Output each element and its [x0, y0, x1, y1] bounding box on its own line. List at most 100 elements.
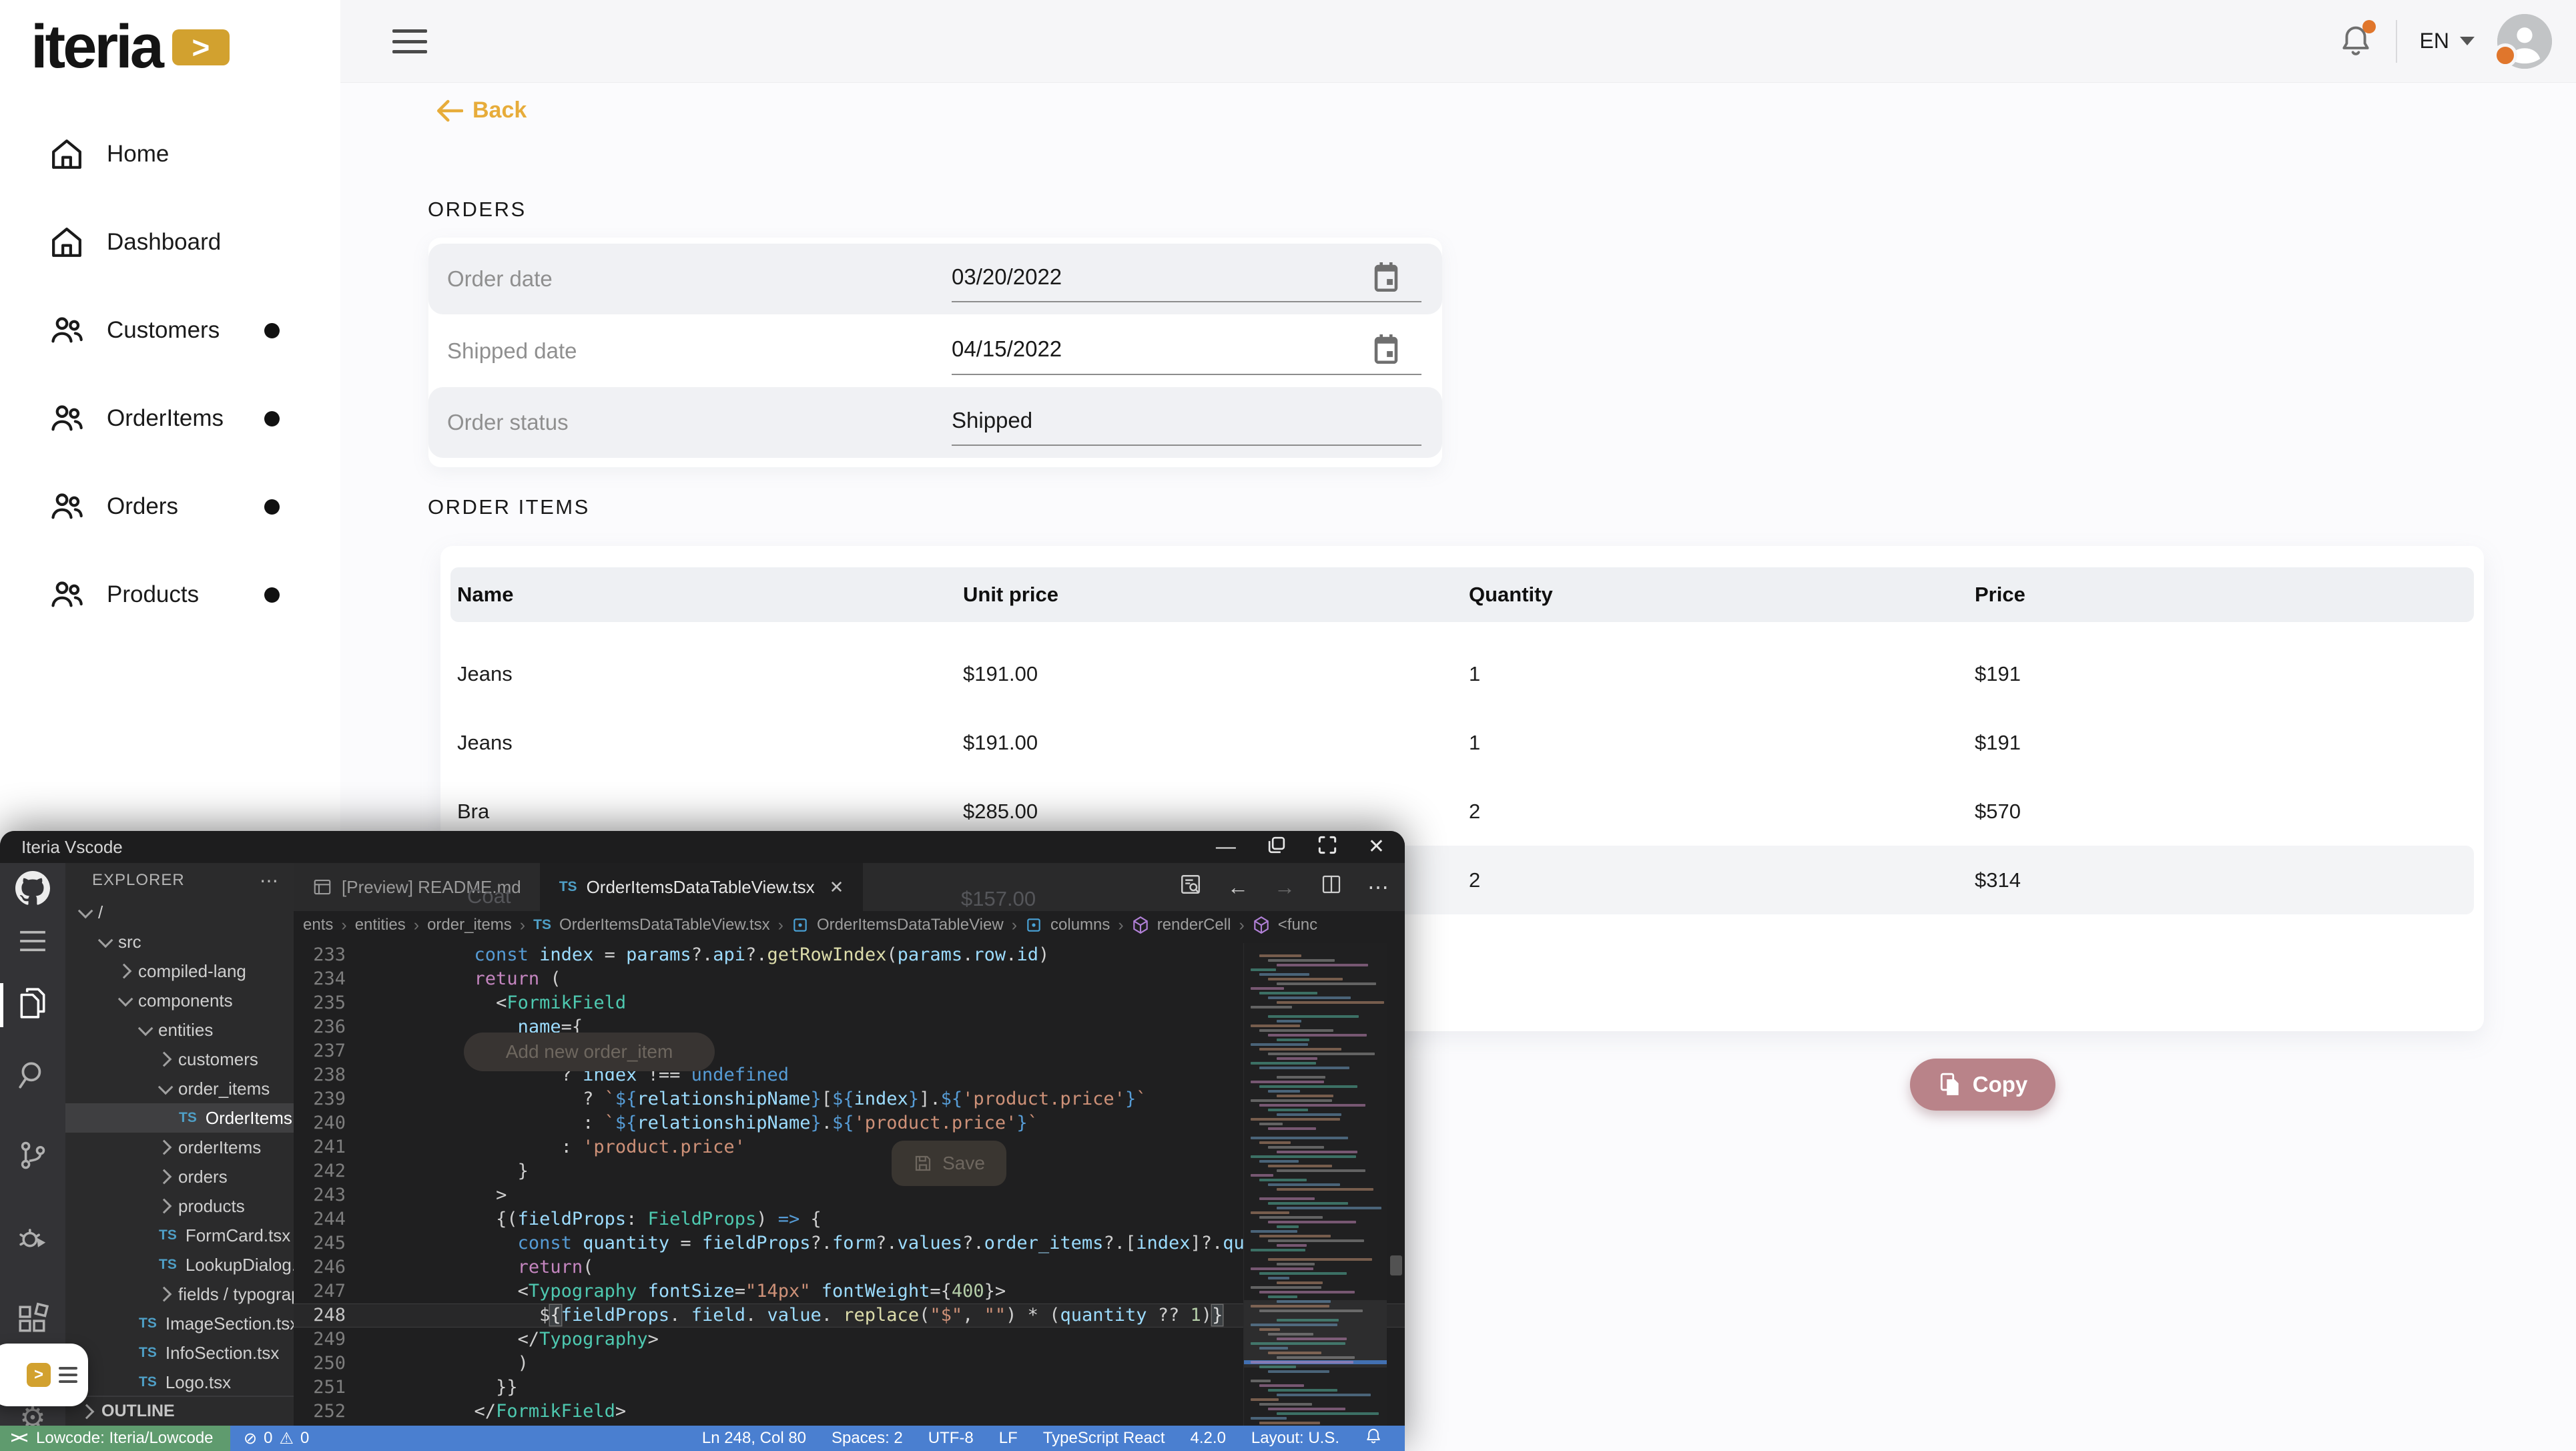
maximize-button[interactable]	[1317, 835, 1337, 859]
tree-item-fields-typography[interactable]: fields / typography	[65, 1279, 294, 1309]
calendar-icon[interactable]	[1371, 260, 1401, 294]
status-item[interactable]: TypeScript React	[1043, 1429, 1165, 1448]
status-item[interactable]: LF	[999, 1429, 1018, 1448]
breadcrumb-item[interactable]: OrderItemsDataTableView	[817, 916, 1004, 934]
status-item[interactable]: 4.2.0	[1191, 1429, 1226, 1448]
chevron-down-icon	[97, 932, 113, 948]
code-editor[interactable]: 233 const index = params?.api?.getRowInde…	[294, 939, 1405, 1426]
explorer-icon[interactable]	[16, 984, 49, 1025]
code-line-240: 240: `${relationshipName}.${'product.pri…	[294, 1111, 1405, 1135]
tree-item-label: src	[118, 931, 141, 952]
tree-item-orders[interactable]: orders	[65, 1162, 294, 1191]
go-back-icon[interactable]: ←	[1227, 875, 1249, 900]
tree-item-products[interactable]: products	[65, 1191, 294, 1221]
split-editor-icon[interactable]	[1321, 874, 1342, 900]
status-bell-icon[interactable]	[1365, 1427, 1382, 1450]
sidebar-item-customers[interactable]: Customers	[0, 286, 340, 374]
run-debug-icon[interactable]	[16, 1221, 49, 1259]
tree-item-compiled-lang[interactable]: compiled-lang	[65, 956, 294, 986]
field-input[interactable]: Shipped	[952, 396, 1421, 446]
search-icon[interactable]	[16, 1058, 49, 1095]
ts-file-icon: TS	[139, 1316, 157, 1331]
tree-item-infosection-tsx[interactable]: TS InfoSection.tsx	[65, 1338, 294, 1368]
tree-item-entities[interactable]: entities	[65, 1015, 294, 1045]
more-actions-icon[interactable]: ⋯	[1367, 874, 1389, 900]
minimize-button[interactable]: —	[1216, 837, 1236, 857]
scrollbar-handle[interactable]	[1390, 1255, 1402, 1275]
vscode-titlebar[interactable]: Iteria Vscode — ✕	[0, 831, 1405, 863]
minimap[interactable]	[1243, 943, 1387, 1434]
sidebar-item-orders[interactable]: Orders	[0, 463, 340, 551]
breadcrumb-item[interactable]: columns	[1050, 916, 1110, 934]
sidebar-item-dashboard[interactable]: Dashboard	[0, 198, 340, 286]
line-number: 244	[313, 1209, 346, 1229]
problems-indicator[interactable]: ⊘ 0 ⚠ 0	[244, 1429, 309, 1448]
breadcrumb-item[interactable]: order_items	[427, 916, 512, 934]
close-tab-icon[interactable]: ✕	[830, 877, 844, 898]
tree-item-lookupdialog-tsx[interactable]: TS LookupDialog.tsx	[65, 1250, 294, 1279]
status-item[interactable]: UTF-8	[928, 1429, 974, 1448]
sidebar-item-home[interactable]: Home	[0, 110, 340, 198]
status-item[interactable]: Ln 248, Col 80	[702, 1429, 806, 1448]
source-control-icon[interactable]	[16, 1138, 49, 1176]
tree-item-src[interactable]: src	[65, 927, 294, 956]
breadcrumbs[interactable]: ents › entities › order_items › TS OrderItemsDa…	[294, 911, 1405, 939]
remote-indicator[interactable]: >< Lowcode: Iteria/Lowcode	[0, 1426, 230, 1451]
tree-item-orderitemsdat-[interactable]: TS OrderItemsDat...	[65, 1103, 294, 1133]
ts-badge: TS	[559, 879, 577, 894]
avatar[interactable]	[2493, 13, 2552, 69]
go-forward-icon[interactable]: →	[1274, 875, 1295, 900]
open-preview-icon[interactable]	[1179, 873, 1202, 901]
breadcrumb-item[interactable]: OrderItemsDataTableView.tsx	[559, 916, 770, 934]
close-icon[interactable]: ✕	[1368, 837, 1385, 857]
tree-item--[interactable]: /	[65, 898, 294, 927]
extensions-icon[interactable]	[16, 1302, 49, 1339]
table-cell: 2	[1469, 799, 1481, 823]
tree-item-formcard-tsx[interactable]: TS FormCard.tsx	[65, 1221, 294, 1250]
notification-badge	[2362, 19, 2376, 33]
menu-icon[interactable]	[17, 930, 48, 956]
chevron-down-icon	[137, 1021, 153, 1037]
hamburger-menu-button[interactable]	[392, 29, 427, 53]
breadcrumb-item[interactable]: entities	[355, 916, 406, 934]
vscode-body: ⚙ EXPLORER ⋯ / src compiled-lang components…	[0, 863, 1405, 1434]
status-item[interactable]: Layout: U.S.	[1251, 1429, 1339, 1448]
logo-chevron-mark: >	[172, 29, 230, 65]
form-row-order-status: Order status Shipped	[428, 387, 1442, 458]
tree-item-components[interactable]: components	[65, 986, 294, 1015]
table-cell: $285.00	[963, 799, 1038, 823]
column-header: Unit price	[963, 583, 1058, 606]
back-button[interactable]: Back	[435, 97, 527, 123]
more-actions-icon[interactable]: ⋯	[260, 870, 279, 892]
people-icon	[51, 493, 83, 519]
outline-section[interactable]: OUTLINE	[65, 1396, 294, 1426]
tree-item-customers[interactable]: customers	[65, 1045, 294, 1074]
tree-item-order-items[interactable]: order_items	[65, 1074, 294, 1103]
notifications-button[interactable]	[2338, 19, 2376, 60]
sidebar-item-orderitems[interactable]: OrderItems	[0, 374, 340, 463]
app-logo[interactable]: iteria >	[31, 12, 230, 82]
editor-tab[interactable]: TS OrderItemsDataTableView.tsx ✕	[540, 863, 864, 911]
breadcrumb-item[interactable]: ents	[303, 916, 333, 934]
arrow-left-icon	[436, 99, 463, 121]
github-icon[interactable]	[15, 871, 50, 909]
table-row[interactable]: Jeans $191.00 1 $191	[450, 708, 2474, 777]
restore-button[interactable]	[1267, 835, 1287, 859]
status-item[interactable]: Spaces: 2	[832, 1429, 903, 1448]
sidebar-item-products[interactable]: Products	[0, 551, 340, 639]
lowcode-extension-button[interactable]: >	[0, 1344, 88, 1406]
field-input[interactable]: 03/20/2022	[952, 253, 1421, 302]
tree-item-orderitems[interactable]: orderItems	[65, 1133, 294, 1162]
tree-item-logo-tsx[interactable]: TS Logo.tsx	[65, 1368, 294, 1397]
status-bar: >< Lowcode: Iteria/Lowcode ⊘ 0 ⚠ 0 Ln 24…	[0, 1426, 1405, 1451]
field-input[interactable]: 04/15/2022	[952, 324, 1421, 375]
table-row[interactable]: Jeans $191.00 1 $191	[450, 639, 2474, 708]
tree-item-imagesection-tsx[interactable]: TS ImageSection.tsx	[65, 1309, 294, 1338]
language-selector[interactable]: EN	[2420, 29, 2475, 53]
copy-button[interactable]: Copy	[1910, 1059, 2055, 1111]
calendar-icon[interactable]	[1371, 332, 1401, 366]
status-right-items: Ln 248, Col 80 Spaces: 2 UTF-8 LF TypeScript…	[702, 1427, 1405, 1450]
breadcrumb-item[interactable]: <func	[1278, 916, 1317, 934]
field-value: Shipped	[952, 408, 1033, 432]
breadcrumb-item[interactable]: renderCell	[1157, 916, 1231, 934]
